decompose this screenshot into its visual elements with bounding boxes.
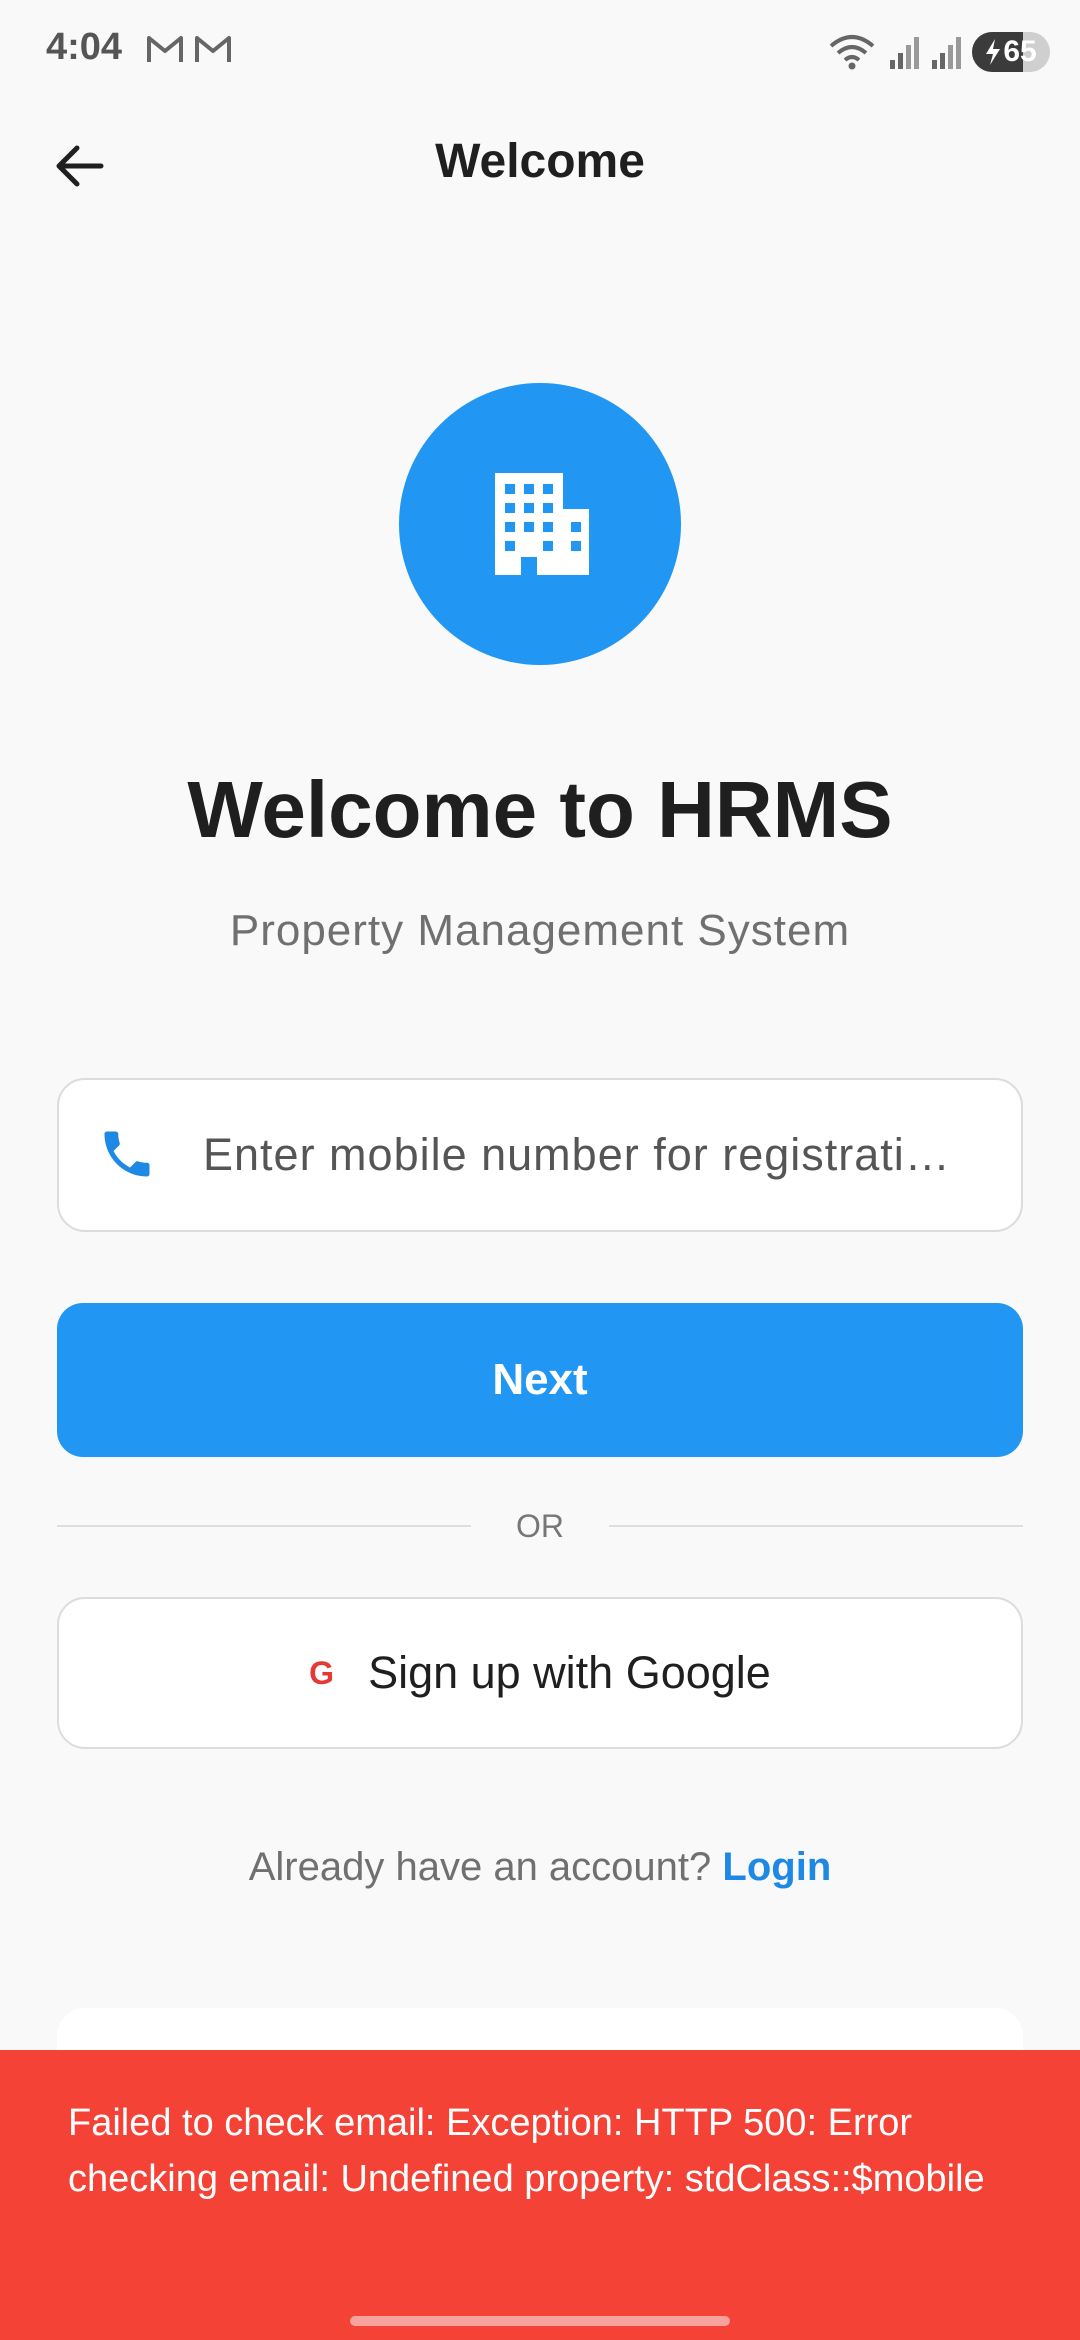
subtitle: Property Management System	[229, 906, 851, 955]
google-signup-label: Sign up with Google	[368, 1647, 771, 1698]
welcome-headline: Welcome to HRMS	[187, 765, 893, 854]
page-title: Welcome	[435, 135, 645, 188]
building-icon	[495, 473, 589, 575]
app-bar: Welcome	[0, 100, 1080, 230]
divider-line-left	[57, 1525, 471, 1527]
battery-level: 65	[1003, 35, 1037, 68]
status-time: 4:04	[46, 26, 123, 68]
signal-icon	[932, 37, 961, 69]
or-divider-label: OR	[516, 1508, 564, 1544]
google-icon: G	[309, 1654, 335, 1691]
status-bar: 4:04 65	[0, 0, 1080, 100]
wifi-icon	[829, 35, 875, 70]
phone-icon	[104, 1131, 150, 1177]
charging-bolt-icon	[986, 39, 1001, 65]
system-icons: 65	[828, 30, 1050, 74]
battery-indicator: 65	[972, 32, 1050, 72]
error-message: Failed to check email: Exception: HTTP 5…	[68, 2102, 985, 2200]
error-snackbar: Failed to check email: Exception: HTTP 5…	[0, 2050, 1080, 2340]
mobile-number-input[interactable]	[203, 1080, 1003, 1230]
login-link[interactable]: Login	[722, 1845, 831, 1889]
next-button[interactable]: Next	[57, 1303, 1023, 1457]
login-prompt-text: Already have an account?	[248, 1845, 712, 1889]
gmail-icon	[147, 36, 183, 62]
gmail-icon	[195, 36, 231, 62]
signal-icon	[890, 37, 919, 69]
google-signup-button[interactable]: G Sign up with Google	[57, 1597, 1023, 1749]
logo-badge	[399, 383, 681, 665]
divider-line-right	[609, 1525, 1023, 1527]
login-prompt: Already have an account? Login	[0, 1845, 1080, 1890]
home-indicator[interactable]	[350, 2316, 730, 2326]
mobile-number-field[interactable]	[57, 1078, 1023, 1232]
